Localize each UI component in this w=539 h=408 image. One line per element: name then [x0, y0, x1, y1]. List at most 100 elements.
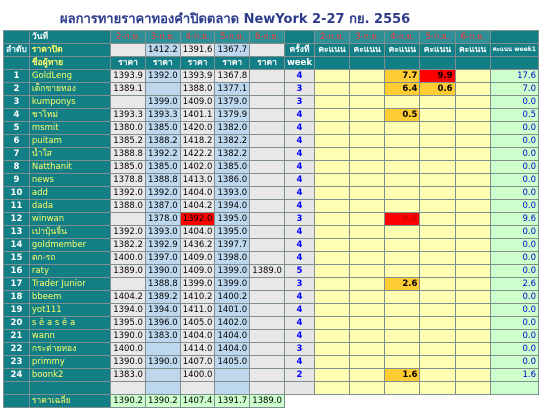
- score-date-header: 5-ก.ย.: [419, 30, 456, 44]
- guess-price-cell: 1388.8: [110, 147, 146, 161]
- spacer-week: [489, 381, 539, 395]
- table-row: 24 boonk2 1383.0 1400.0 2 1.6 1.6: [3, 368, 539, 382]
- guess-price-cell: 1388.8: [144, 277, 181, 291]
- row-rank: 15: [3, 251, 30, 265]
- player-name: น้ำใส: [28, 147, 112, 161]
- score-cell: [419, 264, 456, 278]
- week-total: 0.0: [489, 186, 539, 200]
- score-cell: [419, 316, 456, 330]
- guess-price-cell: 1393.9: [110, 69, 146, 83]
- guess-price-cell: 1392.0: [179, 212, 216, 226]
- close-price-cell: [110, 43, 146, 57]
- score-cell: [419, 199, 456, 213]
- spacer-rank: [3, 381, 30, 395]
- guess-price-cell: 1407.0: [179, 355, 216, 369]
- guess-price-cell: 1393.3: [144, 108, 181, 122]
- score-cell: [384, 238, 421, 252]
- guess-price-cell: [249, 329, 285, 343]
- row-rank: 18: [3, 290, 30, 304]
- times-count: 3: [283, 212, 315, 226]
- price-date-header: 3-ก.ย.: [144, 30, 181, 44]
- row-rank: 6: [3, 134, 30, 148]
- score-cell: [454, 134, 491, 148]
- guess-price-cell: [249, 95, 285, 109]
- score-cell: [454, 329, 491, 343]
- table-row: 16 raty 1389.0 1390.0 1409.0 1399.0 1389.0 5 0.0: [3, 264, 539, 278]
- guess-price-cell: 1400.0: [110, 251, 146, 265]
- score-cell: [454, 225, 491, 239]
- score-header-blank: [419, 56, 456, 70]
- week-total: 0.0: [489, 303, 539, 317]
- score-cell: [454, 69, 491, 83]
- times-count: 3: [283, 277, 315, 291]
- guess-price-cell: 1385.0: [110, 160, 146, 174]
- score-cell: [384, 199, 421, 213]
- guess-price-cell: [110, 212, 146, 226]
- spacer-name: [28, 381, 112, 395]
- score-cell: [454, 238, 491, 252]
- score-cell: [454, 251, 491, 265]
- score-cell: [419, 277, 456, 291]
- row-rank: 2: [3, 82, 30, 96]
- guess-price-cell: [249, 316, 285, 330]
- times-count: 3: [283, 82, 315, 96]
- week-total: 0.5: [489, 108, 539, 122]
- guess-price-cell: [249, 186, 285, 200]
- guess-price-cell: 1402.0: [214, 316, 251, 330]
- row-rank: 3: [3, 95, 30, 109]
- week-total: 0.0: [489, 95, 539, 109]
- player-name: raty: [28, 264, 112, 278]
- score-cell: [313, 329, 351, 343]
- guess-price-cell: 1392.0: [144, 186, 181, 200]
- spacer-price: [214, 381, 251, 395]
- score-cell: [313, 199, 351, 213]
- price-date-header: 2-ก.ย.: [110, 30, 146, 44]
- row-rank: 19: [3, 303, 30, 317]
- score-cell: [419, 251, 456, 265]
- guess-price-cell: 1404.2: [110, 290, 146, 304]
- guess-price-cell: 1383.0: [144, 329, 181, 343]
- score-cell: 2.6: [384, 277, 421, 291]
- guess-price-cell: 1389.2: [144, 290, 181, 304]
- score-cell: [313, 355, 351, 369]
- header-row-labels: ชื่อผู้ทาย ราคา ราคา ราคา ราคา ราคา week: [3, 56, 539, 70]
- guess-price-cell: [249, 134, 285, 148]
- guess-price-cell: 1367.8: [214, 69, 251, 83]
- guess-price-cell: 1404.0: [179, 329, 216, 343]
- row-rank: 10: [3, 186, 30, 200]
- score-cell: [419, 173, 456, 187]
- score-cell: [419, 160, 456, 174]
- guess-price-cell: 1401.0: [214, 303, 251, 317]
- score-cell: [313, 134, 351, 148]
- spacer-price: [110, 381, 146, 395]
- score-cell: [384, 251, 421, 265]
- player-name: Trader Junior: [28, 277, 112, 291]
- week-score-header: คะแนน week1: [489, 43, 539, 57]
- score-cell: [313, 342, 351, 356]
- score-cell: [349, 186, 386, 200]
- times-count: 4: [283, 290, 315, 304]
- week-total: 0.0: [489, 264, 539, 278]
- score-header-blank: [313, 56, 351, 70]
- score-cell: [454, 121, 491, 135]
- player-name: ตก-รถ: [28, 251, 112, 265]
- score-cell: [454, 173, 491, 187]
- guess-price-cell: 1397.7: [214, 238, 251, 252]
- guess-price-cell: 1409.0: [179, 264, 216, 278]
- table-row: 2 เด็กขายทอง 1389.1 1388.0 1377.1 3 6.4 0.6 7.0: [3, 82, 539, 96]
- score-cell: [349, 277, 386, 291]
- price-date-header: 4-ก.ย.: [179, 30, 216, 44]
- row-rank: 14: [3, 238, 30, 252]
- times-count: 4: [283, 69, 315, 83]
- score-cell: [384, 290, 421, 304]
- score-cell: [313, 238, 351, 252]
- score-cell: [313, 277, 351, 291]
- guess-price-cell: 1388.2: [144, 134, 181, 148]
- guess-price-cell: 1422.2: [179, 147, 216, 161]
- player-name: news: [28, 173, 112, 187]
- score-cell: 9.9: [419, 69, 456, 83]
- times-count: 4: [283, 134, 315, 148]
- close-price-cell: 1412.2: [144, 43, 181, 57]
- table-row: 23 primmy 1390.0 1390.0 1407.0 1405.0 4 0.0: [3, 355, 539, 369]
- table-row: 10 add 1392.0 1392.0 1404.0 1393.0 4 0.0: [3, 186, 539, 200]
